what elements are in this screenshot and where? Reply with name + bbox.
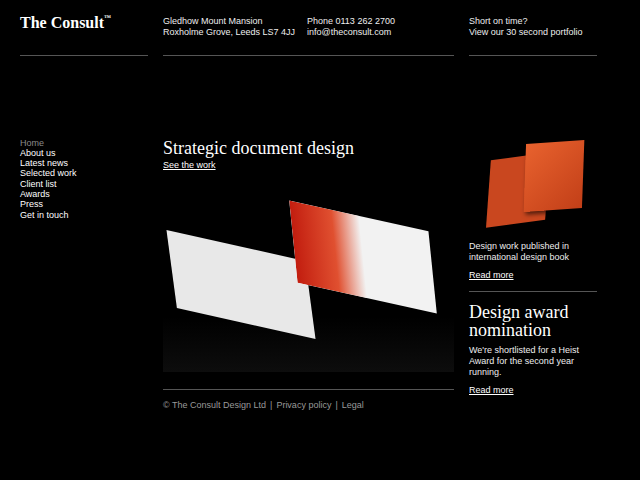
sidebar: Design work published in international d…: [469, 126, 597, 396]
book-photo: [469, 138, 597, 233]
feature-title: Strategic document design: [163, 137, 454, 159]
nav-item[interactable]: About us: [20, 148, 148, 158]
footer-separator: |: [335, 400, 337, 411]
header-contact: Gledhow Mount MansionRoxholme Grove, Lee…: [163, 0, 454, 56]
footer-link[interactable]: Privacy policy: [276, 400, 331, 411]
address-line: Roxholme Grove, Leeds LS7 4JJ: [163, 27, 307, 38]
brochure-page: [289, 200, 437, 313]
main-nav: HomeAbout usLatest newsSelected workClie…: [20, 126, 148, 220]
book-cover: [524, 140, 585, 212]
nav-item[interactable]: Client list: [20, 179, 148, 189]
address-line: Gledhow Mount Mansion: [163, 16, 307, 27]
footer-link[interactable]: Legal: [342, 400, 364, 411]
nav-item[interactable]: Selected work: [20, 168, 148, 178]
read-more-link[interactable]: Read more: [469, 270, 514, 281]
sidebar-item: Design work published in international d…: [469, 138, 597, 292]
sidebar-text: We're shortlisted for a Heist Award for …: [469, 345, 597, 378]
sidebar-item: Design award nomination We're shortlisted…: [469, 292, 597, 396]
nav-item[interactable]: Get in touch: [20, 210, 148, 220]
red-accent: [289, 200, 367, 298]
read-more-link[interactable]: Read more: [469, 385, 514, 396]
header-logo: The Consult™: [20, 0, 148, 56]
contact-line[interactable]: info@theconsult.com: [307, 27, 454, 38]
footer-separator: |: [270, 400, 272, 411]
brochure-photo: [163, 187, 454, 372]
shortcut-line[interactable]: View our 30 second portfolio: [469, 27, 597, 38]
nav-item[interactable]: Awards: [20, 189, 148, 199]
trademark: ™: [104, 14, 111, 22]
contact-line[interactable]: Phone 0113 262 2700: [307, 16, 454, 27]
see-work-link[interactable]: See the work: [163, 160, 216, 171]
feature: Strategic document designSee the work © T…: [163, 126, 454, 411]
contact: Phone 0113 262 2700info@theconsult.com: [307, 16, 454, 55]
sidebar-title: Design award nomination: [469, 303, 597, 339]
portfolio-shortcut[interactable]: Short on time?View our 30 second portfol…: [469, 0, 597, 56]
nav-item[interactable]: Home: [20, 138, 148, 148]
address: Gledhow Mount MansionRoxholme Grove, Lee…: [163, 16, 307, 55]
sidebar-text: Design work published in international d…: [469, 241, 597, 263]
nav-item[interactable]: Press: [20, 199, 148, 209]
nav-item[interactable]: Latest news: [20, 158, 148, 168]
logo[interactable]: The Consult™: [20, 14, 148, 32]
footer-link: © The Consult Design Ltd: [163, 400, 266, 411]
footer: © The Consult Design Ltd | Privacy policy |…: [163, 389, 454, 411]
page: The Consult™ Gledhow Mount MansionRoxholm…: [0, 0, 640, 480]
shortcut-line[interactable]: Short on time?: [469, 16, 597, 27]
